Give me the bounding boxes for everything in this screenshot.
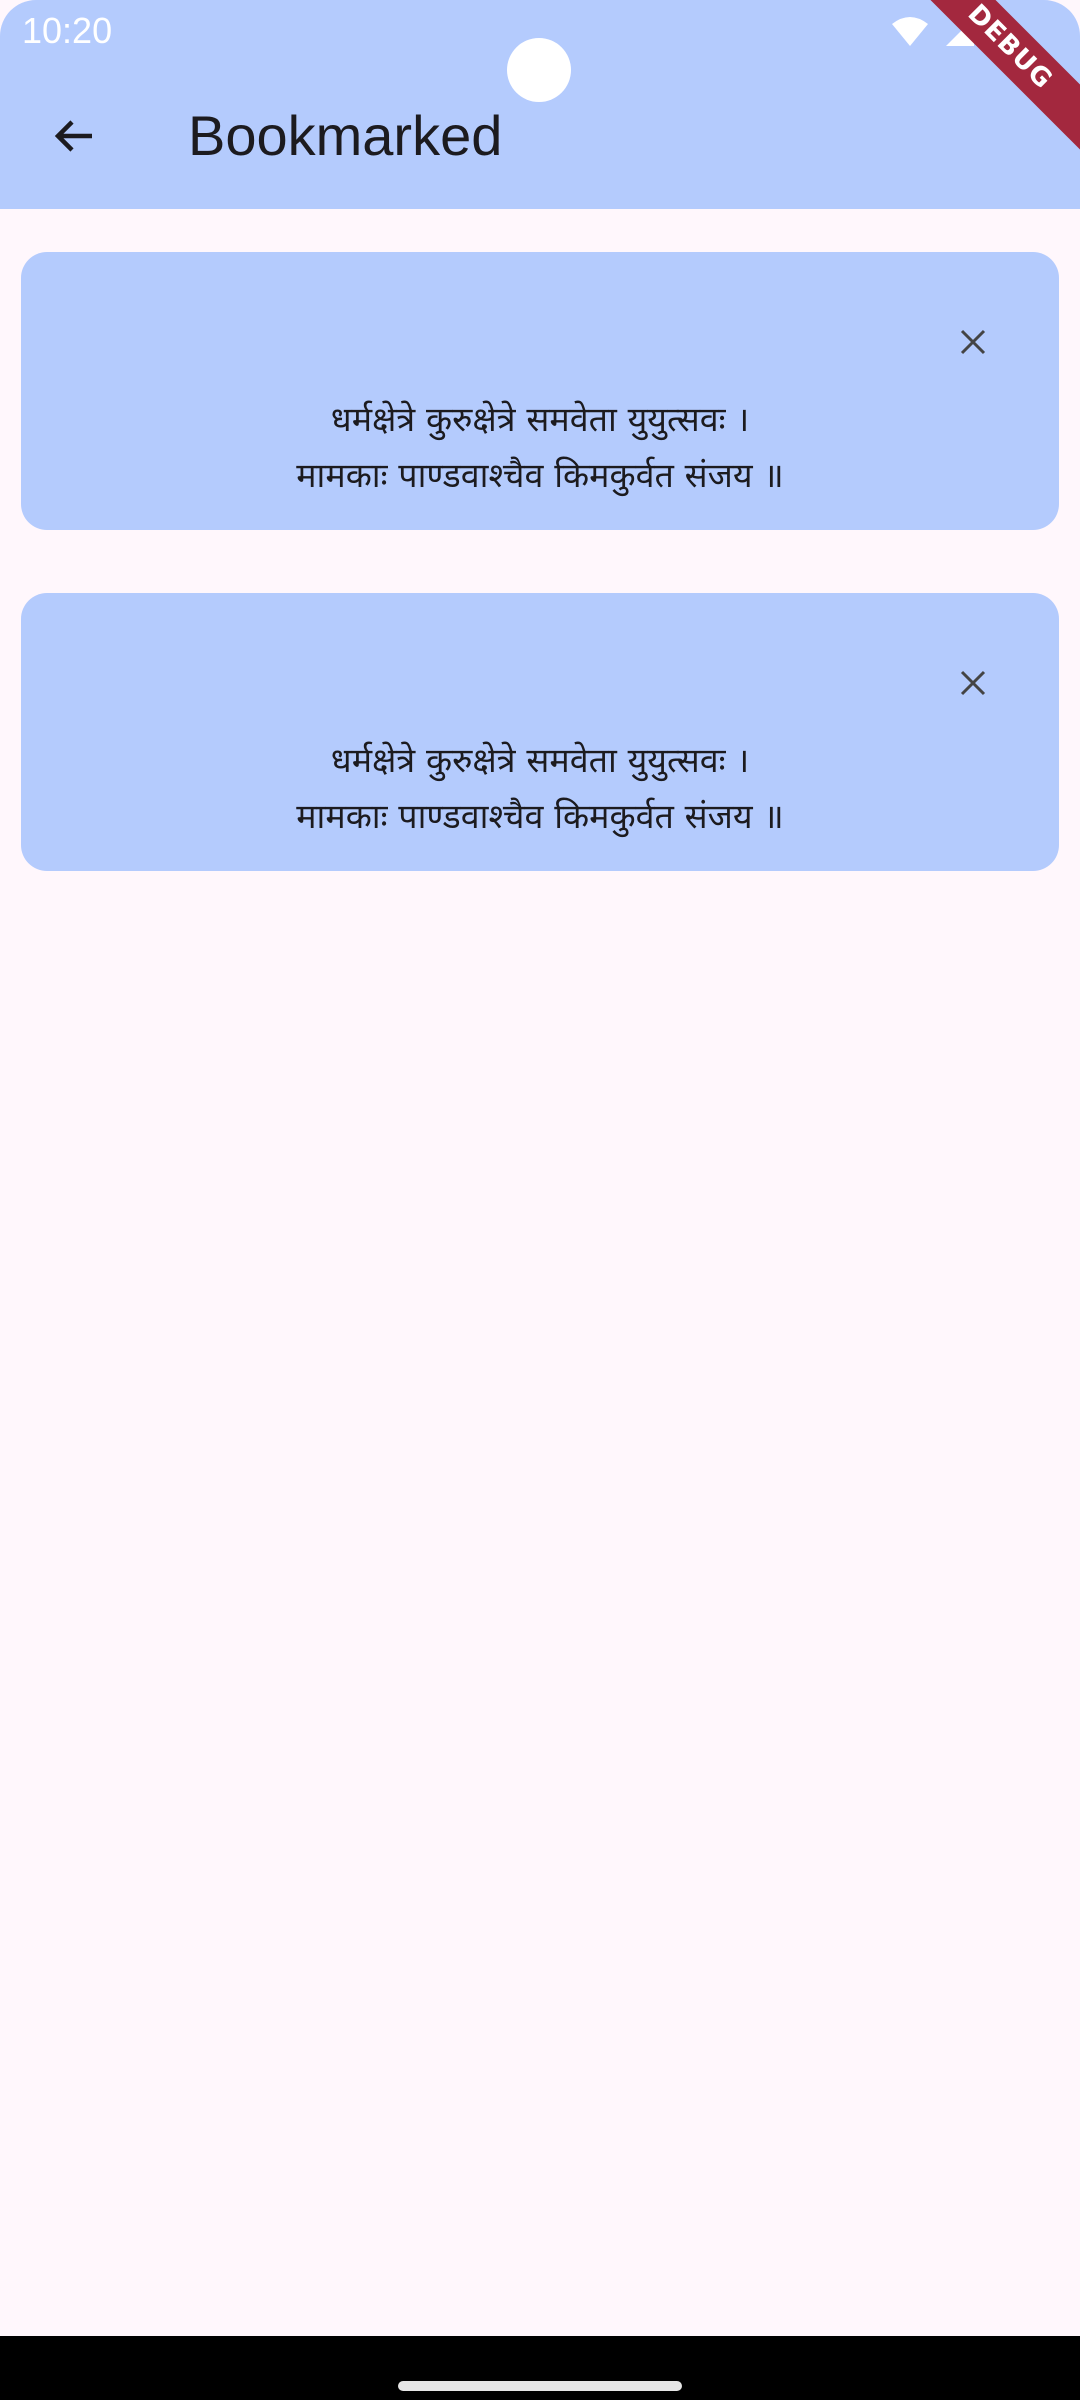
close-icon bbox=[960, 670, 986, 700]
verse-text: धर्मक्षेत्रे कुरुक्षेत्रे समवेता युयुत्स… bbox=[21, 392, 1059, 504]
bookmark-card[interactable]: धर्मक्षेत्रे कुरुक्षेत्रे समवेता युयुत्स… bbox=[21, 252, 1059, 530]
verse-line-2: मामकाः पाण्डवाश्चैव किमकुर्वत संजय ॥ bbox=[296, 797, 784, 837]
close-icon bbox=[960, 329, 986, 359]
arrow-back-icon bbox=[50, 112, 98, 164]
back-button[interactable] bbox=[34, 98, 114, 178]
remove-bookmark-button[interactable] bbox=[943, 655, 1003, 715]
bookmark-card[interactable]: धर्मक्षेत्रे कुरुक्षेत्रे समवेता युयुत्स… bbox=[21, 593, 1059, 871]
home-indicator[interactable] bbox=[398, 2381, 682, 2391]
app-bar: 10:20 DEBUG Bookmarked bbox=[0, 0, 1080, 209]
wifi-icon bbox=[890, 16, 930, 48]
bookmarked-screen: 10:20 DEBUG Bookmarked धर्मक्षेत्रे कुरु… bbox=[0, 0, 1080, 2400]
verse-text: धर्मक्षेत्रे कुरुक्षेत्रे समवेता युयुत्स… bbox=[21, 733, 1059, 845]
status-time: 10:20 bbox=[22, 10, 113, 51]
remove-bookmark-button[interactable] bbox=[943, 314, 1003, 374]
verse-line-1: धर्मक्षेत्रे कुरुक्षेत्रे समवेता युयुत्स… bbox=[330, 741, 750, 781]
verse-line-2: मामकाः पाण्डवाश्चैव किमकुर्वत संजय ॥ bbox=[296, 456, 784, 496]
camera-cutout bbox=[507, 38, 571, 102]
verse-line-1: धर्मक्षेत्रे कुरुक्षेत्रे समवेता युयुत्स… bbox=[330, 400, 750, 440]
page-title: Bookmarked bbox=[188, 104, 503, 167]
